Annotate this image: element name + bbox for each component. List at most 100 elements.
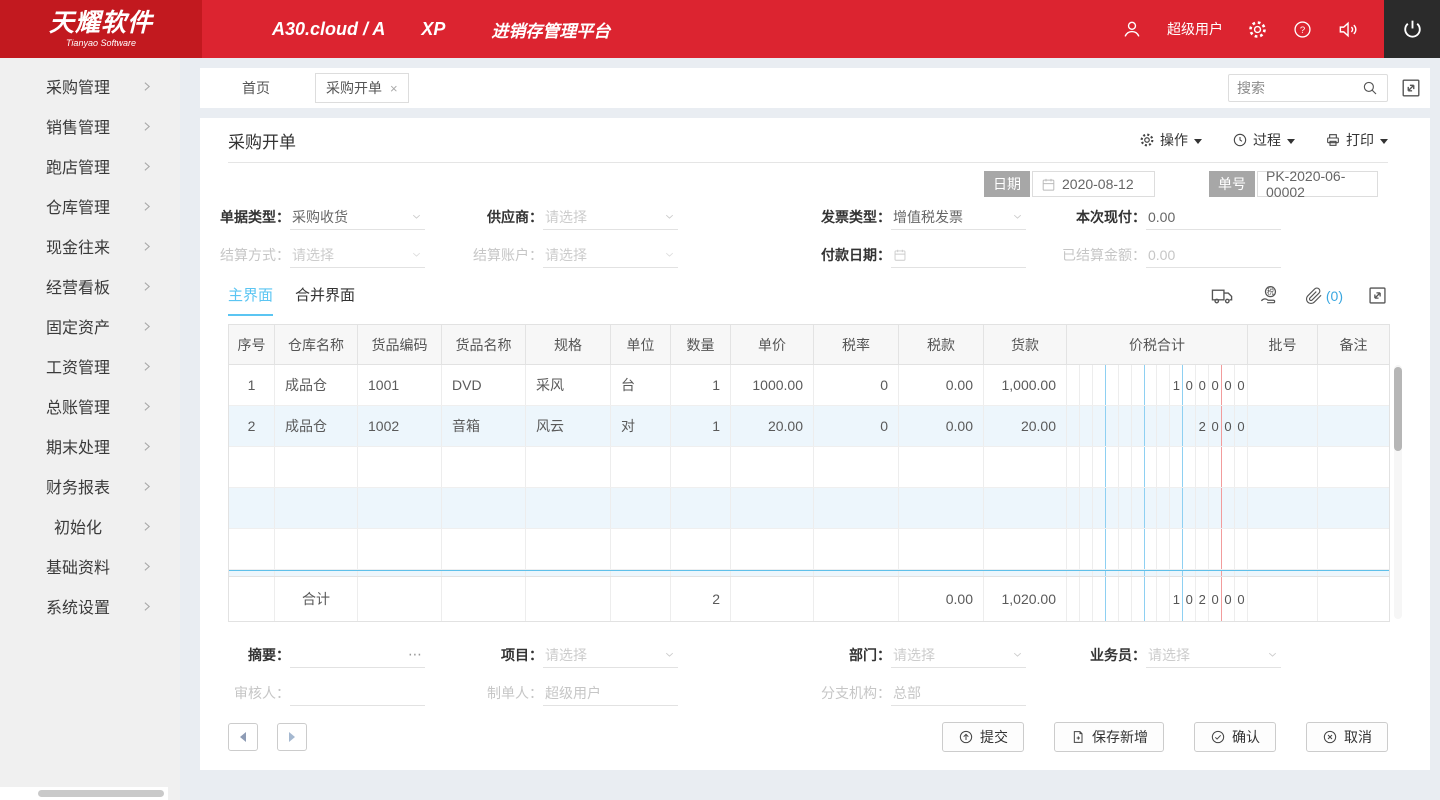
tab-main-view[interactable]: 主界面 (228, 284, 274, 316)
cell[interactable] (1248, 447, 1318, 487)
cell[interactable] (814, 447, 899, 487)
cell[interactable] (275, 488, 358, 528)
cell[interactable] (814, 571, 899, 576)
cell[interactable]: 1002 (358, 406, 442, 446)
cell[interactable] (442, 447, 526, 487)
cell[interactable] (1318, 365, 1389, 405)
cell[interactable] (731, 447, 814, 487)
cell[interactable] (229, 577, 275, 621)
cell[interactable] (275, 571, 358, 576)
cell[interactable]: 2 (671, 577, 731, 621)
cell[interactable]: 100000 (1067, 365, 1248, 405)
search-input[interactable]: 搜索 (1228, 74, 1388, 102)
cell[interactable] (731, 529, 814, 569)
cell[interactable] (526, 571, 611, 576)
sidebar-item[interactable]: 财务报表 (0, 466, 180, 506)
operate-button[interactable]: 操作 (1139, 130, 1202, 150)
cell[interactable] (1248, 365, 1318, 405)
sidebar-item[interactable]: 现金往来 (0, 226, 180, 266)
cell[interactable] (229, 571, 275, 576)
close-icon[interactable]: × (390, 81, 398, 96)
sidebar-item[interactable]: 固定资产 (0, 306, 180, 346)
print-button[interactable]: 打印 (1325, 130, 1388, 150)
cell[interactable] (731, 577, 814, 621)
cell[interactable] (275, 529, 358, 569)
cell[interactable] (731, 488, 814, 528)
cell[interactable] (1248, 529, 1318, 569)
cell[interactable] (1248, 406, 1318, 446)
confirm-button[interactable]: 确认 (1194, 722, 1276, 752)
vertical-scrollbar[interactable] (1394, 365, 1402, 619)
cell[interactable] (899, 571, 984, 576)
cell[interactable] (442, 571, 526, 576)
cell[interactable]: 对 (611, 406, 671, 446)
sidebar-item[interactable]: 仓库管理 (0, 186, 180, 226)
help-icon[interactable]: ? (1292, 19, 1313, 40)
project-select[interactable]: 请选择 (543, 642, 678, 668)
ellipsis-icon[interactable]: ⋯ (408, 646, 423, 663)
cell[interactable] (526, 447, 611, 487)
cell[interactable]: 1000.00 (731, 365, 814, 405)
cell[interactable]: 成品仓 (275, 365, 358, 405)
cell[interactable] (358, 488, 442, 528)
cell[interactable]: DVD (442, 365, 526, 405)
cell[interactable] (611, 571, 671, 576)
table-empty-row[interactable] (229, 488, 1389, 529)
cell[interactable] (358, 447, 442, 487)
search-icon[interactable] (1361, 79, 1379, 97)
cell[interactable] (1318, 406, 1389, 446)
cell[interactable] (1318, 447, 1389, 487)
cell[interactable] (1067, 571, 1248, 576)
cell[interactable] (984, 571, 1067, 576)
cell[interactable] (611, 529, 671, 569)
cell[interactable] (671, 529, 731, 569)
cell[interactable] (814, 577, 899, 621)
cell[interactable]: 0 (814, 406, 899, 446)
invoice-type-select[interactable]: 增值税发票 (891, 204, 1026, 230)
cell[interactable]: 1 (671, 365, 731, 405)
sidebar-item[interactable]: 期末处理 (0, 426, 180, 466)
cell[interactable] (814, 488, 899, 528)
cell[interactable] (671, 488, 731, 528)
cell[interactable] (1318, 529, 1389, 569)
table-row[interactable]: 1 成品仓 1001 DVD 采风台 1 1000.00 0 0.00 1,000.00 1 0 0 0 0… (229, 365, 1389, 406)
date-input[interactable]: 2020-08-12 (1032, 171, 1155, 197)
cell[interactable]: 102000 (1067, 577, 1248, 621)
cell[interactable]: 风云 (526, 406, 611, 446)
sidebar-item[interactable]: 基础资料 (0, 546, 180, 586)
doc-type-select[interactable]: 采购收货 (290, 204, 425, 230)
department-select[interactable]: 请选择 (891, 642, 1026, 668)
cell[interactable] (814, 529, 899, 569)
cell[interactable] (526, 529, 611, 569)
sidebar-item[interactable]: 初始化 (0, 506, 180, 546)
pay-date-input[interactable] (891, 242, 1026, 268)
cell[interactable] (275, 447, 358, 487)
cell[interactable]: 1 (229, 365, 275, 405)
cell[interactable] (442, 488, 526, 528)
cell[interactable]: 成品仓 (275, 406, 358, 446)
supplier-select[interactable]: 请选择 (543, 204, 678, 230)
cell[interactable] (1248, 571, 1318, 576)
next-record-button[interactable] (277, 723, 307, 751)
power-button[interactable] (1384, 0, 1440, 58)
cell[interactable]: 1001 (358, 365, 442, 405)
cell[interactable] (1318, 571, 1389, 576)
cash-paid-input[interactable]: 0.00 (1146, 204, 1281, 230)
summary-input[interactable]: ⋯ (290, 642, 425, 668)
cell[interactable] (1248, 577, 1318, 621)
sound-icon[interactable] (1337, 18, 1360, 41)
sidebar-item[interactable]: 采购管理 (0, 66, 180, 106)
cell[interactable] (229, 488, 275, 528)
cell[interactable] (671, 447, 731, 487)
cell[interactable]: 20.00 (731, 406, 814, 446)
cell[interactable]: 合计 (275, 577, 358, 621)
table-empty-row[interactable] (229, 447, 1389, 488)
cancel-button[interactable]: 取消 (1306, 722, 1388, 752)
sidebar-item[interactable]: 跑店管理 (0, 146, 180, 186)
cell[interactable] (731, 571, 814, 576)
sidebar-item[interactable]: 经营看板 (0, 266, 180, 306)
table-partial-row[interactable] (229, 570, 1389, 577)
table-total-row[interactable]: 合计 2 0.00 1,020.00 1 0 2 0 0 0 (229, 577, 1389, 621)
cell[interactable]: 0 (814, 365, 899, 405)
cell[interactable] (358, 577, 442, 621)
